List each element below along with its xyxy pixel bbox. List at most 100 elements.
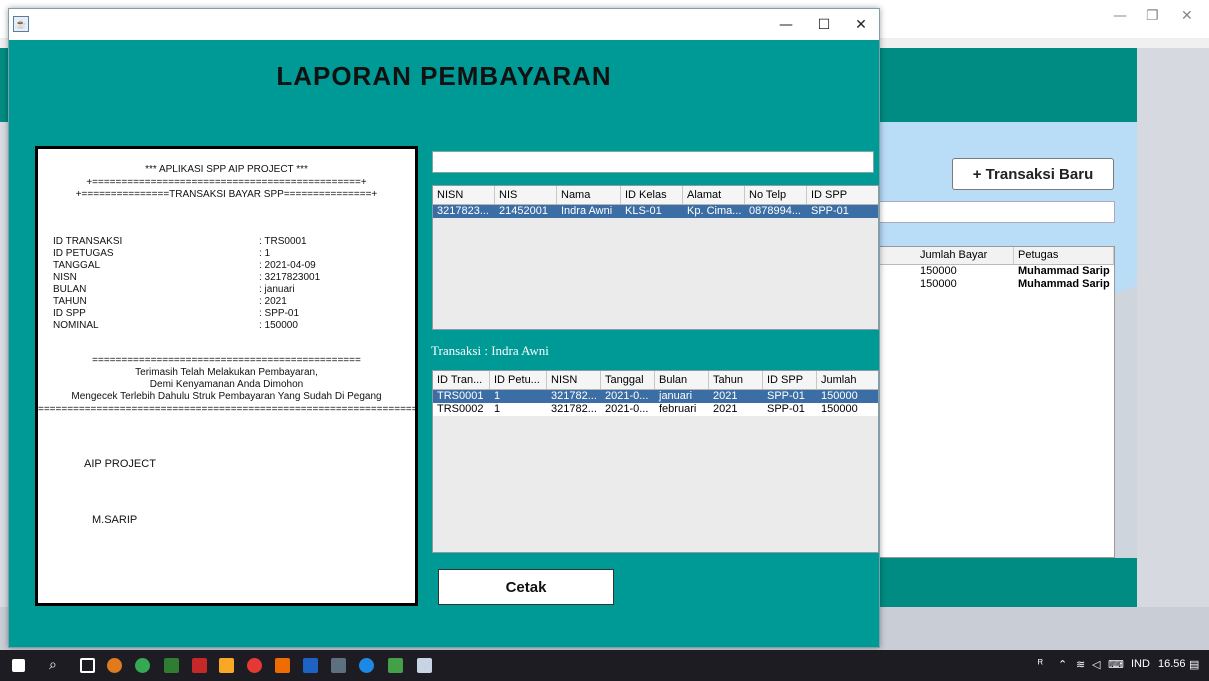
app-icon[interactable]: [388, 658, 403, 673]
background-transaction-table[interactable]: Jumlah Bayar Petugas 150000 Muhammad Sar…: [876, 246, 1115, 558]
column-header[interactable]: ID SPP: [763, 371, 817, 389]
table-cell: Kp. Cima...: [687, 205, 742, 217]
field-key: NISN: [53, 272, 77, 283]
search-input[interactable]: [432, 151, 874, 173]
table-cell: SPP-01: [811, 205, 849, 217]
table-row[interactable]: TRS0001 1 321782... 2021-0... januari 20…: [433, 390, 878, 403]
column-header[interactable]: NISN: [547, 371, 601, 389]
receipt-title: *** APLIKASI SPP AIP PROJECT ***: [145, 164, 308, 175]
receipt-field: ID SPP : SPP-01: [53, 308, 393, 319]
app-icon[interactable]: [164, 658, 179, 673]
column-header[interactable]: NIS: [495, 186, 557, 204]
field-value: : SPP-01: [259, 308, 300, 319]
receipt-field: TAHUN: 2021: [53, 296, 393, 307]
column-header[interactable]: Alamat: [683, 186, 745, 204]
task-view-icon[interactable]: [80, 658, 95, 673]
chrome-icon[interactable]: [135, 658, 150, 673]
receipt-field: NOMINAL: 150000: [53, 320, 393, 331]
table-cell: 150000: [920, 265, 957, 277]
table-cell: TRS0001: [437, 390, 484, 402]
taskbar: ⌕ ᴿ ⌃ ≋ ◁ ⌨ IND ▤: [0, 650, 1209, 681]
column-header[interactable]: Jumlah: [817, 371, 878, 389]
flash-icon[interactable]: [192, 658, 207, 673]
field-key: TANGGAL: [53, 260, 101, 271]
firefox-icon[interactable]: [107, 658, 122, 673]
field-value: : 1: [259, 248, 271, 259]
column-header[interactable]: Jumlah Bayar: [877, 247, 1014, 264]
background-search-input[interactable]: [876, 201, 1115, 223]
table-cell: 150000: [920, 278, 957, 290]
column-header[interactable]: ID Petu...: [490, 371, 547, 389]
table-row[interactable]: TRS0002 1 321782... 2021-0... februari 2…: [433, 403, 878, 416]
word-icon[interactable]: [303, 658, 318, 673]
app-icon[interactable]: [331, 658, 346, 673]
field-value: : 3217823001: [259, 272, 321, 283]
column-header[interactable]: Tanggal: [601, 371, 655, 389]
chevron-up-icon[interactable]: ⌃: [1058, 658, 1067, 671]
field-key: TAHUN: [53, 296, 87, 307]
page-title: LAPORAN PEMBAYARAN: [276, 61, 612, 91]
java-app-icon[interactable]: [417, 658, 432, 673]
transaksi-table[interactable]: ID Tran... ID Petu... NISN Tanggal Bulan…: [432, 370, 879, 553]
background-footer: [876, 558, 1137, 607]
java-app-icon: ☕: [13, 16, 29, 32]
window-titlebar: ☕ — ☐ ✕: [9, 9, 879, 40]
column-header[interactable]: ID Tran...: [433, 371, 490, 389]
column-header[interactable]: NISN: [433, 186, 495, 204]
field-key: ID SPP: [53, 308, 86, 319]
receipt-field: NISN : 3217823001: [53, 272, 393, 283]
table-row[interactable]: 150000 Muhammad Sarip: [877, 265, 1114, 278]
receipt-rule: +=======================================…: [86, 177, 367, 188]
windows-start-icon[interactable]: [12, 659, 25, 672]
column-header[interactable]: No Telp: [745, 186, 807, 204]
background-restore-icon[interactable]: ❐: [1146, 8, 1159, 24]
cetak-button[interactable]: Cetak: [438, 569, 614, 605]
receipt-signatory: M.SARIP: [92, 514, 138, 526]
table-cell: 2021: [713, 390, 738, 402]
column-header[interactable]: Petugas: [1014, 247, 1114, 264]
clock-time[interactable]: 16.56: [1158, 658, 1186, 670]
people-icon[interactable]: ᴿ: [1038, 658, 1043, 670]
background-minimize-icon[interactable]: —: [1113, 8, 1127, 24]
close-icon[interactable]: ✕: [843, 13, 879, 37]
field-value: : 2021-04-09: [259, 260, 316, 271]
table-cell: TRS0002: [437, 403, 484, 415]
field-key: ID TRANSAKSI: [53, 236, 123, 247]
speaker-icon[interactable]: ◁: [1092, 658, 1100, 671]
table-cell: 1: [494, 390, 501, 402]
receipt-field: BULAN: januari: [53, 284, 393, 295]
column-header[interactable]: Tahun: [709, 371, 763, 389]
edge-icon[interactable]: [359, 658, 374, 673]
table-cell: 321782...: [551, 390, 597, 402]
siswa-table[interactable]: NISN NIS Nama ID Kelas Alamat No Telp ID…: [432, 185, 879, 330]
opera-icon[interactable]: [247, 658, 262, 673]
table-cell: 2021: [713, 403, 738, 415]
table-cell: SPP-01: [767, 403, 805, 415]
receipt-field: TANGGAL : 2021-04-09: [53, 260, 393, 271]
receipt-message: Demi Kenyamanan Anda Dimohon: [149, 379, 304, 390]
column-header[interactable]: ID SPP: [807, 186, 878, 204]
keyboard-icon[interactable]: ⌨: [1108, 658, 1124, 671]
wifi-icon[interactable]: ≋: [1076, 658, 1085, 671]
search-icon[interactable]: ⌕: [49, 656, 57, 673]
language-indicator[interactable]: IND: [1131, 658, 1150, 670]
table-cell: SPP-01: [767, 390, 805, 402]
field-key: BULAN: [53, 284, 87, 295]
column-header[interactable]: Bulan: [655, 371, 709, 389]
minimize-icon[interactable]: —: [768, 13, 804, 37]
maximize-icon[interactable]: ☐: [806, 13, 842, 37]
table-cell: 3217823...: [437, 205, 489, 217]
table-row[interactable]: 3217823... 21452001 Indra Awni KLS-01 Kp…: [433, 205, 878, 218]
table-cell: 150000: [821, 403, 858, 415]
table-cell: 321782...: [551, 403, 597, 415]
receipt-subtitle: +===============TRANSAKSI BAYAR SPP=====…: [75, 189, 378, 200]
column-header[interactable]: Nama: [557, 186, 621, 204]
table-row[interactable]: 150000 Muhammad Sarip: [877, 278, 1114, 291]
table-cell: 21452001: [499, 205, 548, 217]
background-close-icon[interactable]: ✕: [1181, 8, 1193, 24]
file-explorer-icon[interactable]: [219, 658, 234, 673]
app-icon[interactable]: [275, 658, 290, 673]
notification-icon[interactable]: ▤: [1189, 658, 1199, 671]
column-header[interactable]: ID Kelas: [621, 186, 683, 204]
transaksi-baru-button[interactable]: + Transaksi Baru: [952, 158, 1114, 190]
